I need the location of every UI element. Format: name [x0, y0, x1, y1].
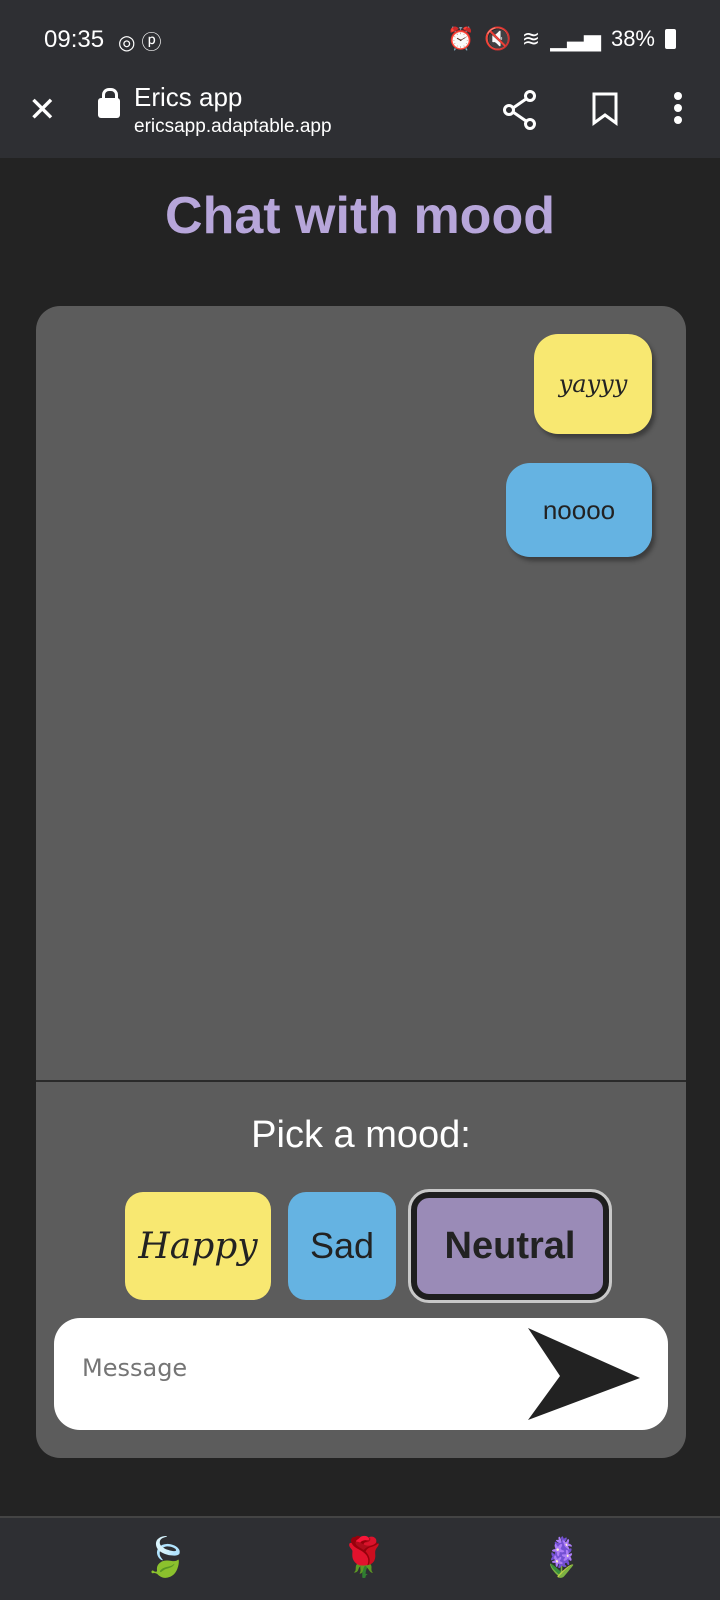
message-input[interactable]: [82, 1354, 482, 1382]
status-bar: 09:35 ◎ⓟ ⏰ 🔇 ≋ ▁▃▅ 38%: [0, 0, 720, 80]
mood-sad-button[interactable]: Sad: [288, 1192, 396, 1300]
close-icon[interactable]: ✕: [28, 90, 57, 130]
bottom-bar: 🍃 🌹 🪻: [0, 1516, 720, 1600]
more-options-icon[interactable]: [672, 90, 684, 126]
mute-icon: 🔇: [484, 26, 512, 51]
message-bubble-sad: noooo: [506, 463, 652, 557]
instagram-icon: ◎: [118, 32, 142, 54]
pinterest-icon: ⓟ: [141, 32, 168, 54]
alarm-icon: ⏰: [446, 26, 475, 51]
url-text[interactable]: ericsapp.adaptable.app: [134, 116, 332, 138]
pink-rose-icon[interactable]: 🌹: [340, 1536, 387, 1580]
clock: 09:35: [44, 26, 105, 53]
battery-level: 38%: [610, 26, 655, 51]
message-composer: [54, 1318, 668, 1430]
mood-label: Pick a mood:: [251, 1114, 471, 1156]
browser-toolbar: ✕ Erics app ericsapp.adaptable.app: [0, 80, 720, 158]
mood-happy-button[interactable]: Happy: [125, 1192, 271, 1300]
lock-icon[interactable]: [98, 88, 120, 118]
page-title: Chat with mood: [165, 187, 555, 245]
share-icon[interactable]: [502, 90, 538, 130]
leaf-icon[interactable]: 🍃: [142, 1536, 189, 1580]
message-list: yayyy noooo: [36, 306, 686, 1082]
signal-icon: ▁▃▅: [550, 26, 601, 51]
mood-neutral-button[interactable]: Neutral: [408, 1189, 612, 1303]
page-title-bar: Erics app: [134, 82, 243, 112]
notification-icons: ◎ⓟ: [118, 26, 167, 55]
message-bubble-happy: yayyy: [534, 334, 652, 434]
purple-flower-icon[interactable]: 🪻: [538, 1536, 585, 1580]
battery-icon: [665, 29, 676, 49]
bookmark-icon[interactable]: [592, 92, 618, 126]
chat-panel: yayyy noooo Pick a mood: Happy Sad Neutr…: [36, 306, 686, 1458]
wifi-icon: ≋: [521, 26, 541, 51]
send-icon[interactable]: [522, 1326, 642, 1422]
